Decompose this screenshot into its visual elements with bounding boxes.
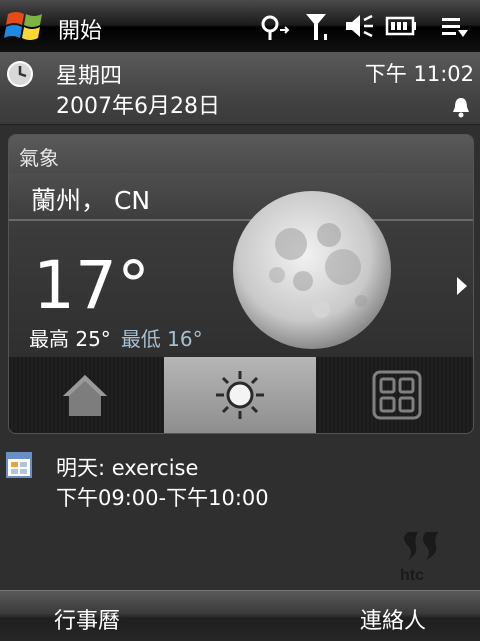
- alarm-bell-icon[interactable]: [450, 96, 472, 118]
- current-date: 2007年6月28日: [56, 94, 220, 119]
- htc-logo-icon: htc: [400, 532, 438, 584]
- soft-key-calendar[interactable]: 行事曆: [54, 603, 120, 635]
- start-button[interactable]: [0, 0, 52, 52]
- high-temperature: 最高 25°: [29, 327, 111, 351]
- tab-more[interactable]: [321, 357, 473, 433]
- current-time: 下午 11:02: [364, 62, 474, 86]
- soft-key-bar: 行事曆 連絡人: [0, 590, 480, 641]
- volume-icon[interactable]: [342, 10, 376, 42]
- appointment-title[interactable]: 明天: exercise: [56, 452, 198, 482]
- home-icon: [63, 375, 107, 416]
- soft-key-contacts[interactable]: 連絡人: [360, 603, 426, 635]
- weather-panel[interactable]: 氣象 蘭州， CN 17° 最高 25° 最低 16°: [8, 134, 474, 434]
- tab-home[interactable]: [9, 357, 161, 433]
- calendar-icon: [6, 452, 32, 478]
- weather-header: 氣象: [9, 135, 473, 173]
- tab-weather[interactable]: [164, 357, 316, 433]
- start-label[interactable]: 開始: [58, 13, 102, 45]
- connectivity-icon[interactable]: [258, 10, 292, 42]
- current-temperature: 17°: [33, 247, 150, 324]
- menu-icon[interactable]: [438, 10, 472, 42]
- signal-icon[interactable]: [302, 10, 336, 42]
- status-bar: 開始: [0, 0, 480, 52]
- battery-icon[interactable]: [384, 10, 418, 42]
- grid-icon: [372, 370, 422, 420]
- high-low: 最高 25° 最低 16°: [29, 323, 203, 352]
- next-arrow-icon[interactable]: [455, 275, 469, 297]
- weather-title: 氣象: [19, 146, 59, 170]
- clock-icon: [7, 61, 33, 87]
- weather-tabs: [9, 357, 473, 433]
- sun-icon: [216, 371, 264, 419]
- appointment-time[interactable]: 下午09:00-下午10:00: [56, 482, 269, 512]
- date-time-row[interactable]: 星期四 2007年6月28日 下午 11:02: [0, 52, 480, 125]
- city-name: 蘭州， CN: [31, 186, 151, 215]
- low-temperature: 最低 16°: [120, 327, 203, 351]
- moon-icon: [233, 191, 391, 349]
- day-of-week: 星期四: [56, 64, 123, 89]
- svg-text:htc: htc: [400, 567, 424, 584]
- windows-flag-icon: [4, 12, 42, 40]
